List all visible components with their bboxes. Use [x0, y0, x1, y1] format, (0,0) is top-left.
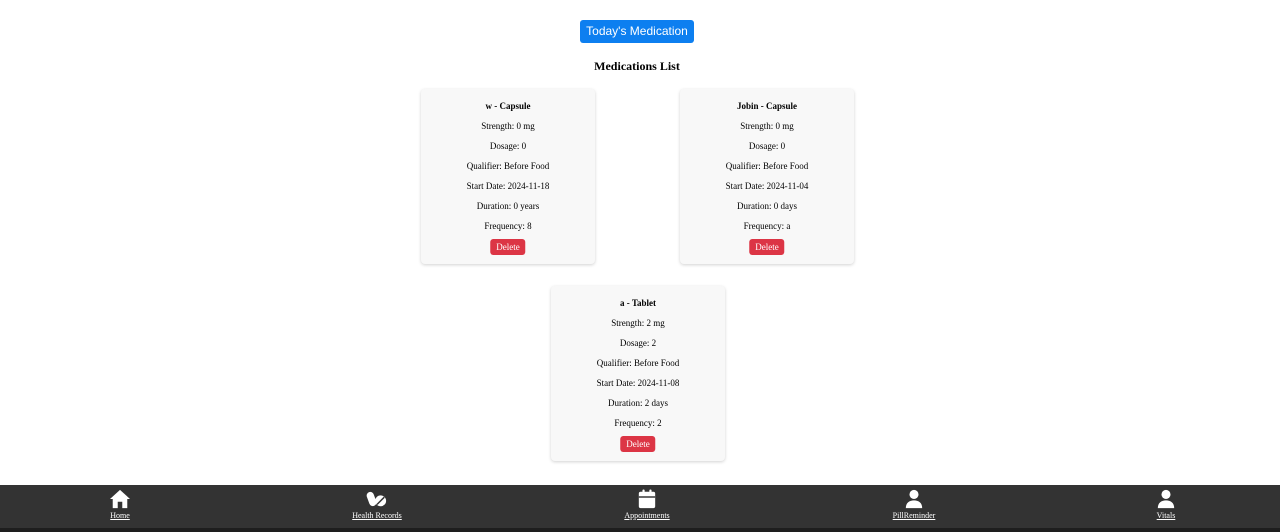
medication-dosage: Dosage: 0 — [489, 141, 527, 151]
nav-item-appointments[interactable]: Appointments — [602, 489, 692, 525]
medication-qualifier: Qualifier: Before Food — [725, 161, 809, 171]
medication-title: w - Capsule — [485, 101, 531, 111]
delete-button[interactable]: Delete — [490, 239, 526, 255]
nav-label: Appointments — [624, 511, 670, 520]
medication-start-date: Start Date: 2024-11-18 — [466, 181, 550, 191]
medication-duration: Duration: 0 days — [737, 201, 797, 211]
medication-duration: Duration: 0 years — [476, 201, 540, 211]
medication-card: Jobin - Capsule Strength: 0 mg Dosage: 0… — [680, 89, 854, 264]
nav-item-health-records[interactable]: Health Records — [332, 489, 422, 525]
medication-frequency: Frequency: a — [743, 221, 791, 231]
medication-card: a - Tablet Strength: 2 mg Dosage: 2 Qual… — [551, 286, 725, 461]
navbar-bottom-strip — [0, 528, 1280, 532]
nav-label: PillReminder — [892, 511, 936, 520]
medication-qualifier: Qualifier: Before Food — [466, 161, 550, 171]
nav-label: Vitals — [1156, 511, 1176, 520]
nav-label: Home — [110, 511, 130, 520]
pills-icon — [366, 491, 387, 507]
user-icon — [905, 489, 923, 509]
medication-frequency: Frequency: 8 — [484, 221, 532, 231]
medication-title: Jobin - Capsule — [736, 101, 798, 111]
delete-button[interactable]: Delete — [749, 239, 785, 255]
medication-strength: Strength: 0 mg — [481, 121, 535, 131]
medication-duration: Duration: 2 days — [608, 398, 668, 408]
medication-start-date: Start Date: 2024-11-08 — [596, 378, 680, 388]
calendar-icon — [638, 489, 656, 509]
medication-title: a - Tablet — [619, 298, 656, 308]
medication-qualifier: Qualifier: Before Food — [596, 358, 680, 368]
medication-card: w - Capsule Strength: 0 mg Dosage: 0 Qua… — [421, 89, 595, 264]
medication-strength: Strength: 2 mg — [611, 318, 665, 328]
bottom-navbar: Home Health Records Appointments PillRem… — [0, 485, 1280, 528]
nav-item-home[interactable]: Home — [75, 489, 165, 525]
delete-button[interactable]: Delete — [620, 436, 656, 452]
nav-item-pillreminder[interactable]: PillReminder — [869, 489, 959, 525]
medication-dosage: Dosage: 2 — [619, 338, 657, 348]
medication-dosage: Dosage: 0 — [748, 141, 786, 151]
medication-strength: Strength: 0 mg — [740, 121, 794, 131]
page: Today's Medication Medications List w - … — [0, 0, 1280, 532]
medications-list-title: Medications List — [594, 59, 680, 73]
user-icon — [1157, 489, 1175, 509]
medication-start-date: Start Date: 2024-11-04 — [725, 181, 809, 191]
todays-medication-button[interactable]: Today's Medication — [580, 20, 694, 43]
nav-item-vitals[interactable]: Vitals — [1121, 489, 1211, 525]
nav-label: Health Records — [352, 511, 402, 520]
medication-frequency: Frequency: 2 — [614, 418, 662, 428]
home-icon — [110, 489, 130, 509]
